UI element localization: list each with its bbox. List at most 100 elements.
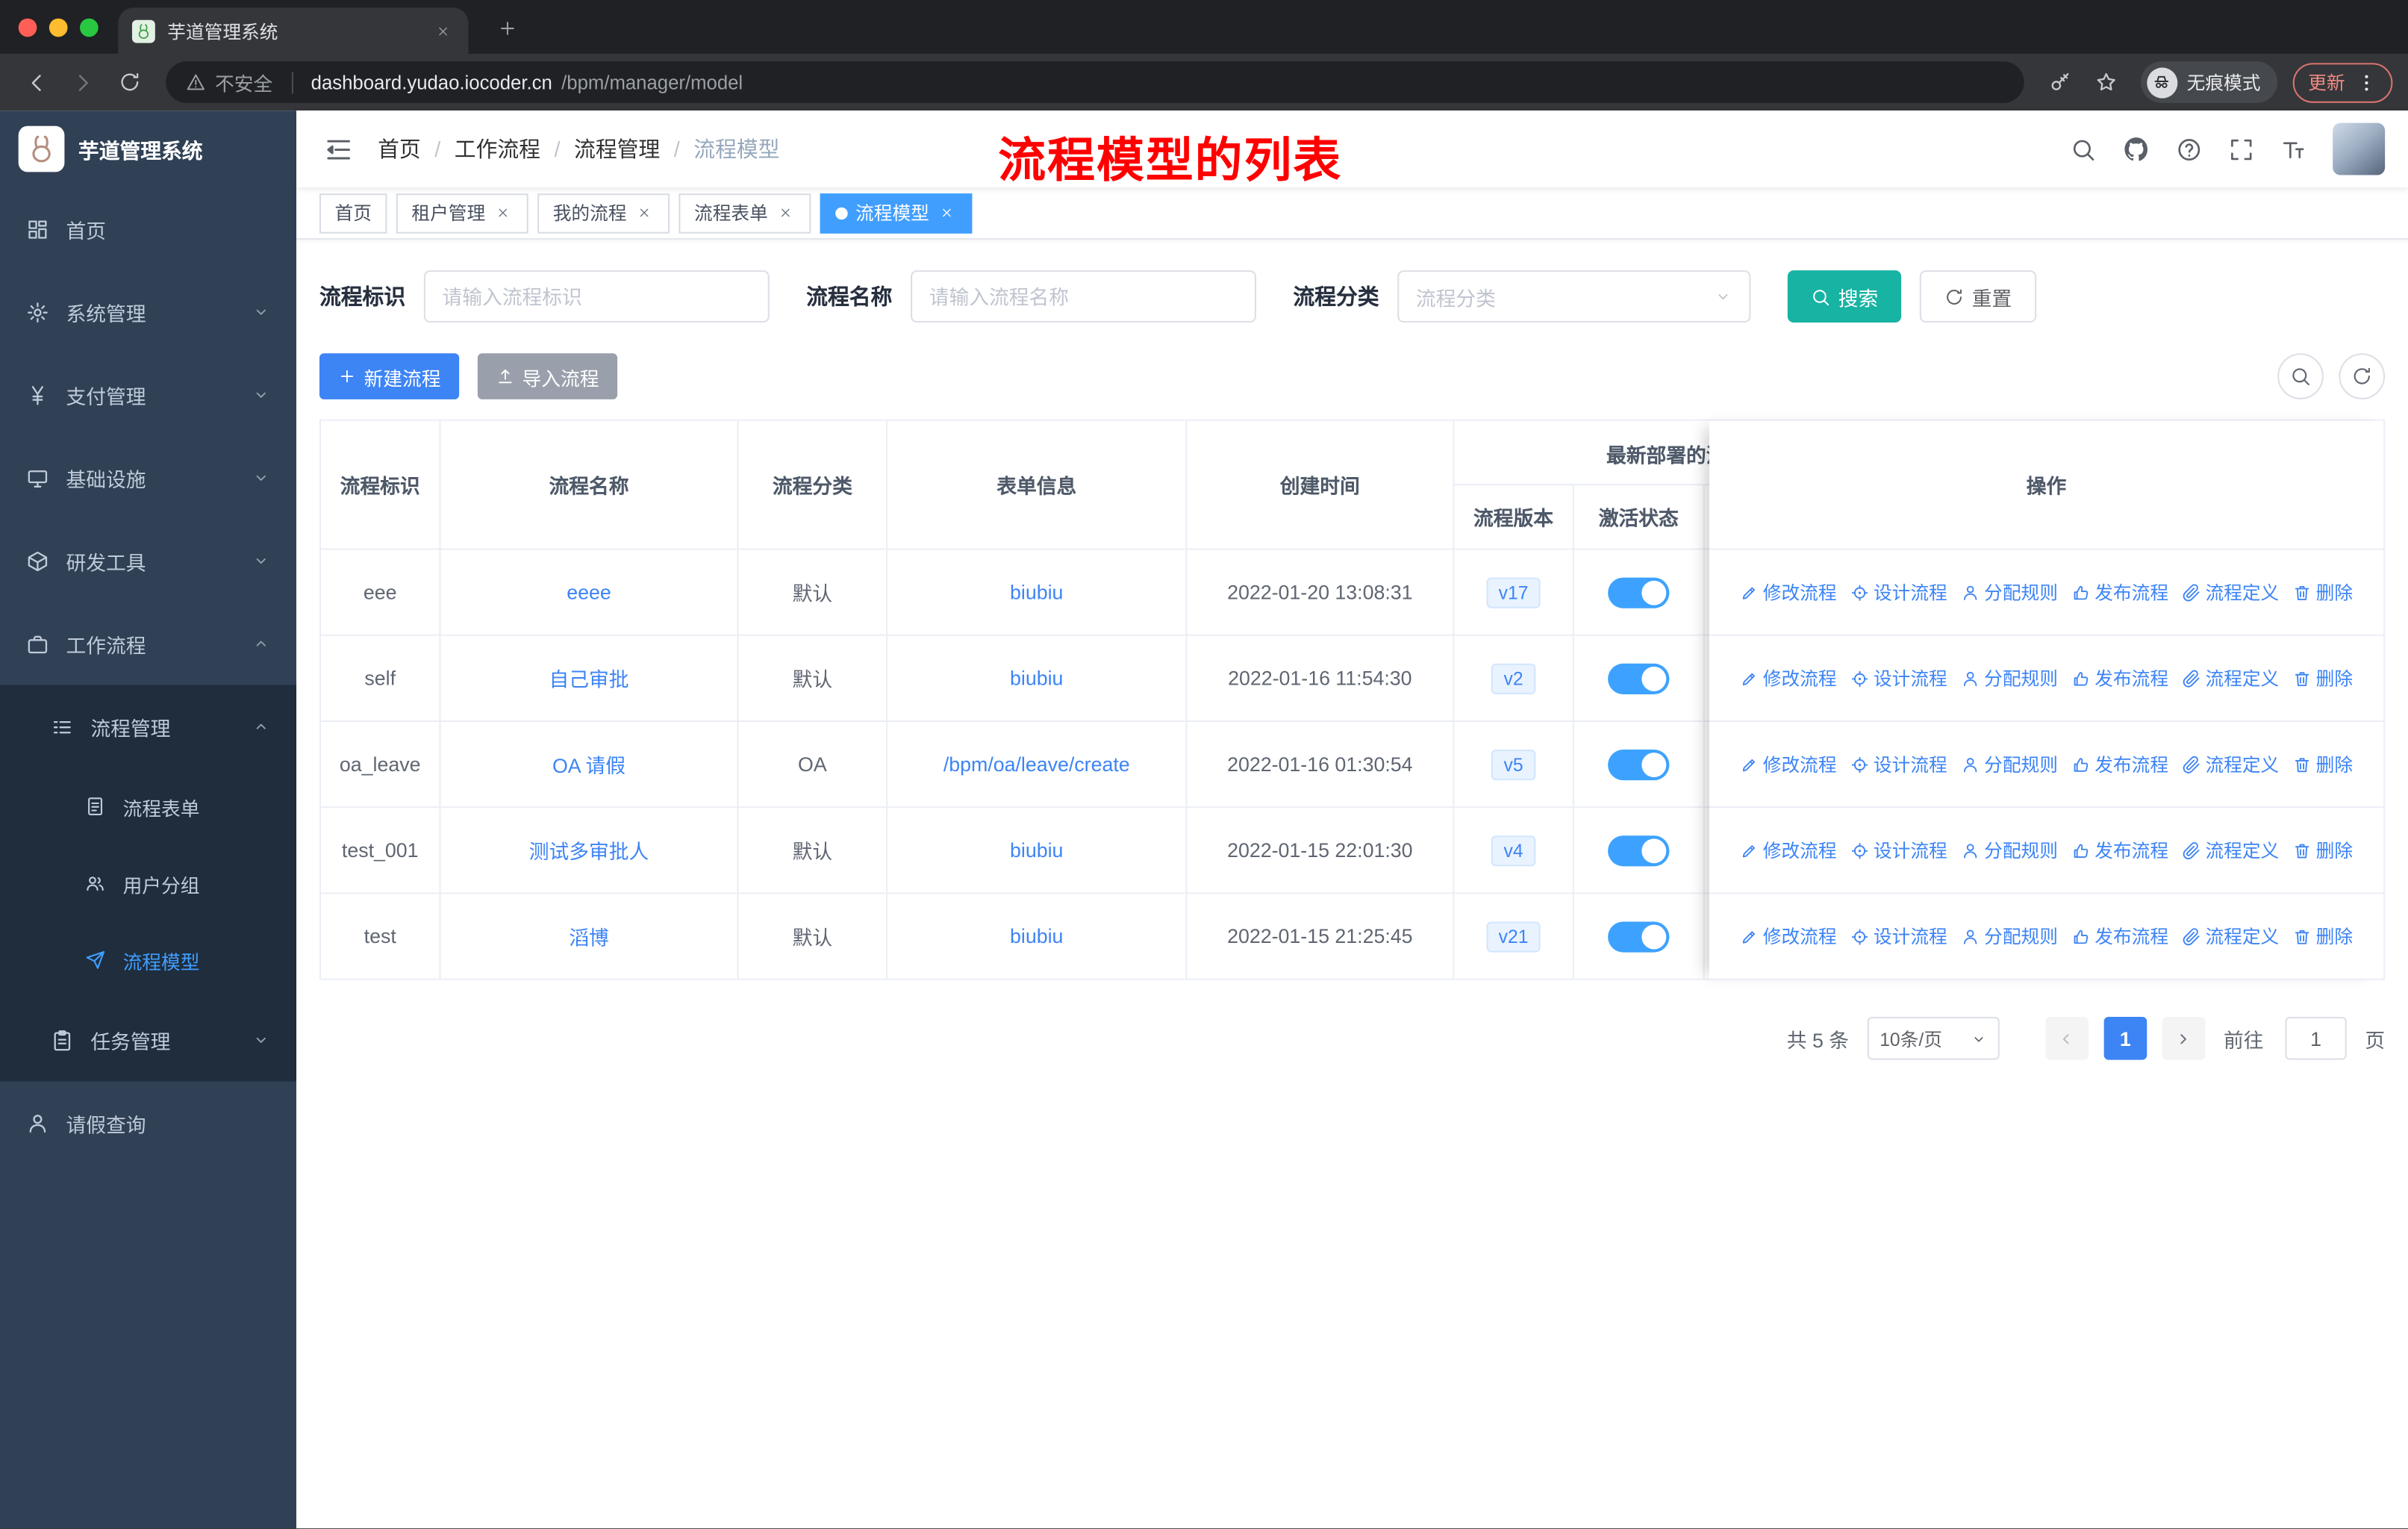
sidebar-item-infrastructure[interactable]: 基础设施 <box>0 436 296 519</box>
form-info-link[interactable]: /bpm/oa/leave/create <box>943 753 1130 776</box>
github-icon[interactable] <box>2122 135 2150 163</box>
process-key-input[interactable] <box>423 270 770 323</box>
process-definition-link[interactable]: 流程定义 <box>2183 751 2279 777</box>
tag-process-form[interactable]: 流程表单 <box>679 193 811 233</box>
help-icon[interactable] <box>2176 136 2202 162</box>
assign-rule-link[interactable]: 分配规则 <box>1961 837 2058 863</box>
prev-page-button[interactable] <box>2045 1016 2089 1060</box>
design-process-link[interactable]: 设计流程 <box>1850 923 1947 949</box>
sidebar-item-payment-management[interactable]: 支付管理 <box>0 353 296 436</box>
import-process-button[interactable]: 导入流程 <box>477 353 618 399</box>
modify-process-link[interactable]: 修改流程 <box>1740 923 1837 949</box>
process-name-input[interactable] <box>911 270 1256 323</box>
back-button[interactable] <box>16 60 59 104</box>
sidebar-item-dev-tools[interactable]: 研发工具 <box>0 519 296 602</box>
design-process-link[interactable]: 设计流程 <box>1850 665 1947 691</box>
breadcrumb-item-process-management[interactable]: 流程管理 <box>574 134 660 164</box>
assign-rule-link[interactable]: 分配规则 <box>1961 751 2058 777</box>
bookmark-star-icon[interactable] <box>2086 60 2129 104</box>
tag-close-icon[interactable] <box>776 203 796 223</box>
publish-process-link[interactable]: 发布流程 <box>2071 665 2168 691</box>
modify-process-link[interactable]: 修改流程 <box>1740 751 1837 777</box>
assign-rule-link[interactable]: 分配规则 <box>1961 579 2058 605</box>
modify-process-link[interactable]: 修改流程 <box>1740 837 1837 863</box>
browser-menu-kebab-icon[interactable] <box>2356 72 2377 93</box>
sidebar-item-task-management[interactable]: 任务管理 <box>0 998 296 1081</box>
process-definition-link[interactable]: 流程定义 <box>2183 923 2279 949</box>
process-name-link[interactable]: OA 请假 <box>552 750 626 779</box>
show-search-button[interactable] <box>2277 353 2324 399</box>
delete-process-link[interactable]: 删除 <box>2293 837 2353 863</box>
window-minimize-button[interactable] <box>49 17 68 37</box>
publish-process-link[interactable]: 发布流程 <box>2071 751 2168 777</box>
fullscreen-icon[interactable] <box>2228 136 2254 162</box>
tag-close-icon[interactable] <box>937 203 957 223</box>
form-info-link[interactable]: biubiu <box>1010 925 1063 948</box>
sidebar-item-process-form[interactable]: 流程表单 <box>0 768 296 845</box>
form-info-link[interactable]: biubiu <box>1010 838 1063 862</box>
tag-home[interactable]: 首页 <box>319 193 387 233</box>
tag-close-icon[interactable] <box>634 203 655 223</box>
header-search-icon[interactable] <box>2070 136 2096 162</box>
assign-rule-link[interactable]: 分配规则 <box>1961 665 2058 691</box>
active-status-toggle[interactable] <box>1608 662 1670 694</box>
sidebar-item-process-management[interactable]: 流程管理 <box>0 685 296 768</box>
page-1-button[interactable]: 1 <box>2103 1016 2147 1060</box>
delete-process-link[interactable]: 删除 <box>2293 923 2353 949</box>
window-zoom-button[interactable] <box>79 17 99 37</box>
form-info-link[interactable]: biubiu <box>1010 667 1063 690</box>
design-process-link[interactable]: 设计流程 <box>1850 579 1947 605</box>
publish-process-link[interactable]: 发布流程 <box>2071 579 2168 605</box>
sidebar-item-leave-query[interactable]: 请假查询 <box>0 1081 296 1164</box>
breadcrumb-item-workflow[interactable]: 工作流程 <box>455 134 540 164</box>
reload-button[interactable] <box>107 60 151 104</box>
tag-process-model-active[interactable]: 流程模型 <box>820 193 973 233</box>
goto-page-input[interactable] <box>2285 1016 2347 1060</box>
forward-button[interactable] <box>61 60 105 104</box>
address-bar[interactable]: 不安全 dashboard.yudao.iocoder.cn/bpm/manag… <box>166 61 2024 103</box>
sidebar-item-process-model[interactable]: 流程模型 <box>0 921 296 998</box>
reset-button[interactable]: 重置 <box>1919 270 2037 323</box>
tab-close-icon[interactable] <box>430 19 455 43</box>
delete-process-link[interactable]: 删除 <box>2293 751 2353 777</box>
sidebar-item-home[interactable]: 首页 <box>0 187 296 270</box>
active-status-toggle[interactable] <box>1608 576 1670 608</box>
refresh-table-button[interactable] <box>2339 353 2386 399</box>
page-size-select[interactable]: 10条/页 <box>1867 1016 2000 1060</box>
process-name-link[interactable]: 自己审批 <box>549 664 628 693</box>
process-name-link[interactable]: 滔博 <box>569 921 609 950</box>
password-key-icon[interactable] <box>2039 60 2083 104</box>
design-process-link[interactable]: 设计流程 <box>1850 837 1947 863</box>
breadcrumb-item-home[interactable]: 首页 <box>378 134 421 164</box>
process-definition-link[interactable]: 流程定义 <box>2183 665 2279 691</box>
assign-rule-link[interactable]: 分配规则 <box>1961 923 2058 949</box>
design-process-link[interactable]: 设计流程 <box>1850 751 1947 777</box>
sidebar-item-system-management[interactable]: 系统管理 <box>0 270 296 353</box>
sidebar-item-workflow[interactable]: 工作流程 <box>0 602 296 685</box>
update-button[interactable]: 更新 <box>2292 62 2393 102</box>
publish-process-link[interactable]: 发布流程 <box>2071 923 2168 949</box>
modify-process-link[interactable]: 修改流程 <box>1740 579 1837 605</box>
process-name-link[interactable]: eeee <box>567 581 611 604</box>
process-name-link[interactable]: 测试多审批人 <box>529 835 649 865</box>
process-category-select[interactable]: 流程分类 <box>1397 270 1751 323</box>
delete-process-link[interactable]: 删除 <box>2293 579 2353 605</box>
active-status-toggle[interactable] <box>1608 748 1670 780</box>
create-process-button[interactable]: 新建流程 <box>319 353 460 399</box>
font-size-icon[interactable] <box>2280 136 2306 162</box>
sidebar-item-user-group[interactable]: 用户分组 <box>0 845 296 922</box>
tag-tenant-management[interactable]: 租户管理 <box>396 193 528 233</box>
delete-process-link[interactable]: 删除 <box>2293 665 2353 691</box>
tag-close-icon[interactable] <box>493 203 513 223</box>
active-status-toggle[interactable] <box>1608 835 1670 866</box>
active-status-toggle[interactable] <box>1608 921 1670 952</box>
process-definition-link[interactable]: 流程定义 <box>2183 837 2279 863</box>
publish-process-link[interactable]: 发布流程 <box>2071 837 2168 863</box>
form-info-link[interactable]: biubiu <box>1010 581 1063 604</box>
search-button[interactable]: 搜索 <box>1787 270 1902 323</box>
modify-process-link[interactable]: 修改流程 <box>1740 665 1837 691</box>
new-tab-button[interactable] <box>493 14 520 42</box>
next-page-button[interactable] <box>2162 1016 2206 1060</box>
browser-tab[interactable]: 芋道管理系统 <box>118 7 469 55</box>
process-definition-link[interactable]: 流程定义 <box>2183 579 2279 605</box>
